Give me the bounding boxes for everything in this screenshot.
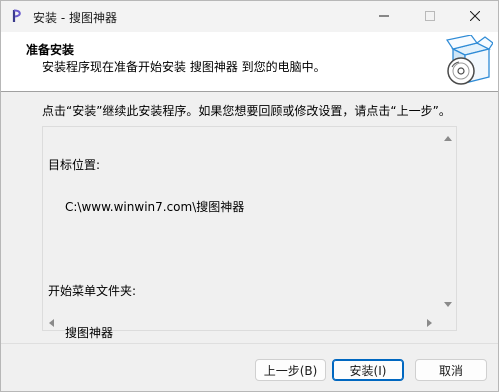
vertical-scrollbar[interactable]	[439, 127, 456, 315]
minimize-icon	[379, 10, 389, 24]
minimize-button[interactable]	[361, 1, 407, 32]
install-button[interactable]: 安装(I)	[332, 359, 404, 381]
ready-memo[interactable]: 目标位置: C:\www.winwin7.com\搜图神器 开始菜单文件夹: 搜…	[42, 126, 457, 340]
horizontal-scrollbar[interactable]	[43, 315, 439, 330]
close-button[interactable]	[452, 1, 498, 32]
close-icon	[469, 10, 481, 24]
window-title: 安装 - 搜图神器	[33, 11, 117, 25]
wizard-header: 准备安装 安装程序现在准备开始安装 搜图神器 到您的电脑中。	[1, 32, 498, 92]
app-icon	[11, 8, 25, 24]
memo-content: 目标位置: C:\www.winwin7.com\搜图神器 开始菜单文件夹: 搜…	[48, 130, 244, 368]
title-bar[interactable]: 安装 - 搜图神器	[1, 1, 498, 32]
destination-value: C:\www.winwin7.com\搜图神器	[65, 200, 245, 214]
page-subtitle: 安装程序现在准备开始安装 搜图神器 到您的电脑中。	[42, 60, 326, 74]
installer-box-disc-icon	[439, 34, 494, 87]
maximize-button[interactable]	[407, 1, 453, 32]
scroll-down-icon[interactable]	[444, 302, 452, 307]
scroll-right-icon[interactable]	[427, 319, 432, 327]
footer-divider	[1, 343, 498, 344]
scroll-left-icon[interactable]	[49, 319, 54, 327]
instructions-text: 点击“安装”继续此安装程序。如果您想要回顾或修改设置，请点击“上一步”。	[42, 104, 451, 118]
start-menu-label: 开始菜单文件夹:	[48, 284, 137, 298]
installer-window: 安装 - 搜图神器 准备安装 安装程序现在准备开始安装 搜图神器 到您的电脑中。	[0, 0, 499, 392]
page-title: 准备安装	[26, 43, 75, 57]
scroll-up-icon[interactable]	[444, 136, 452, 141]
memo-blank-line	[48, 242, 244, 256]
maximize-icon	[425, 10, 435, 24]
cancel-button[interactable]: 取消	[415, 359, 487, 381]
destination-label: 目标位置:	[48, 158, 101, 172]
back-button[interactable]: 上一步(B)	[255, 359, 326, 381]
